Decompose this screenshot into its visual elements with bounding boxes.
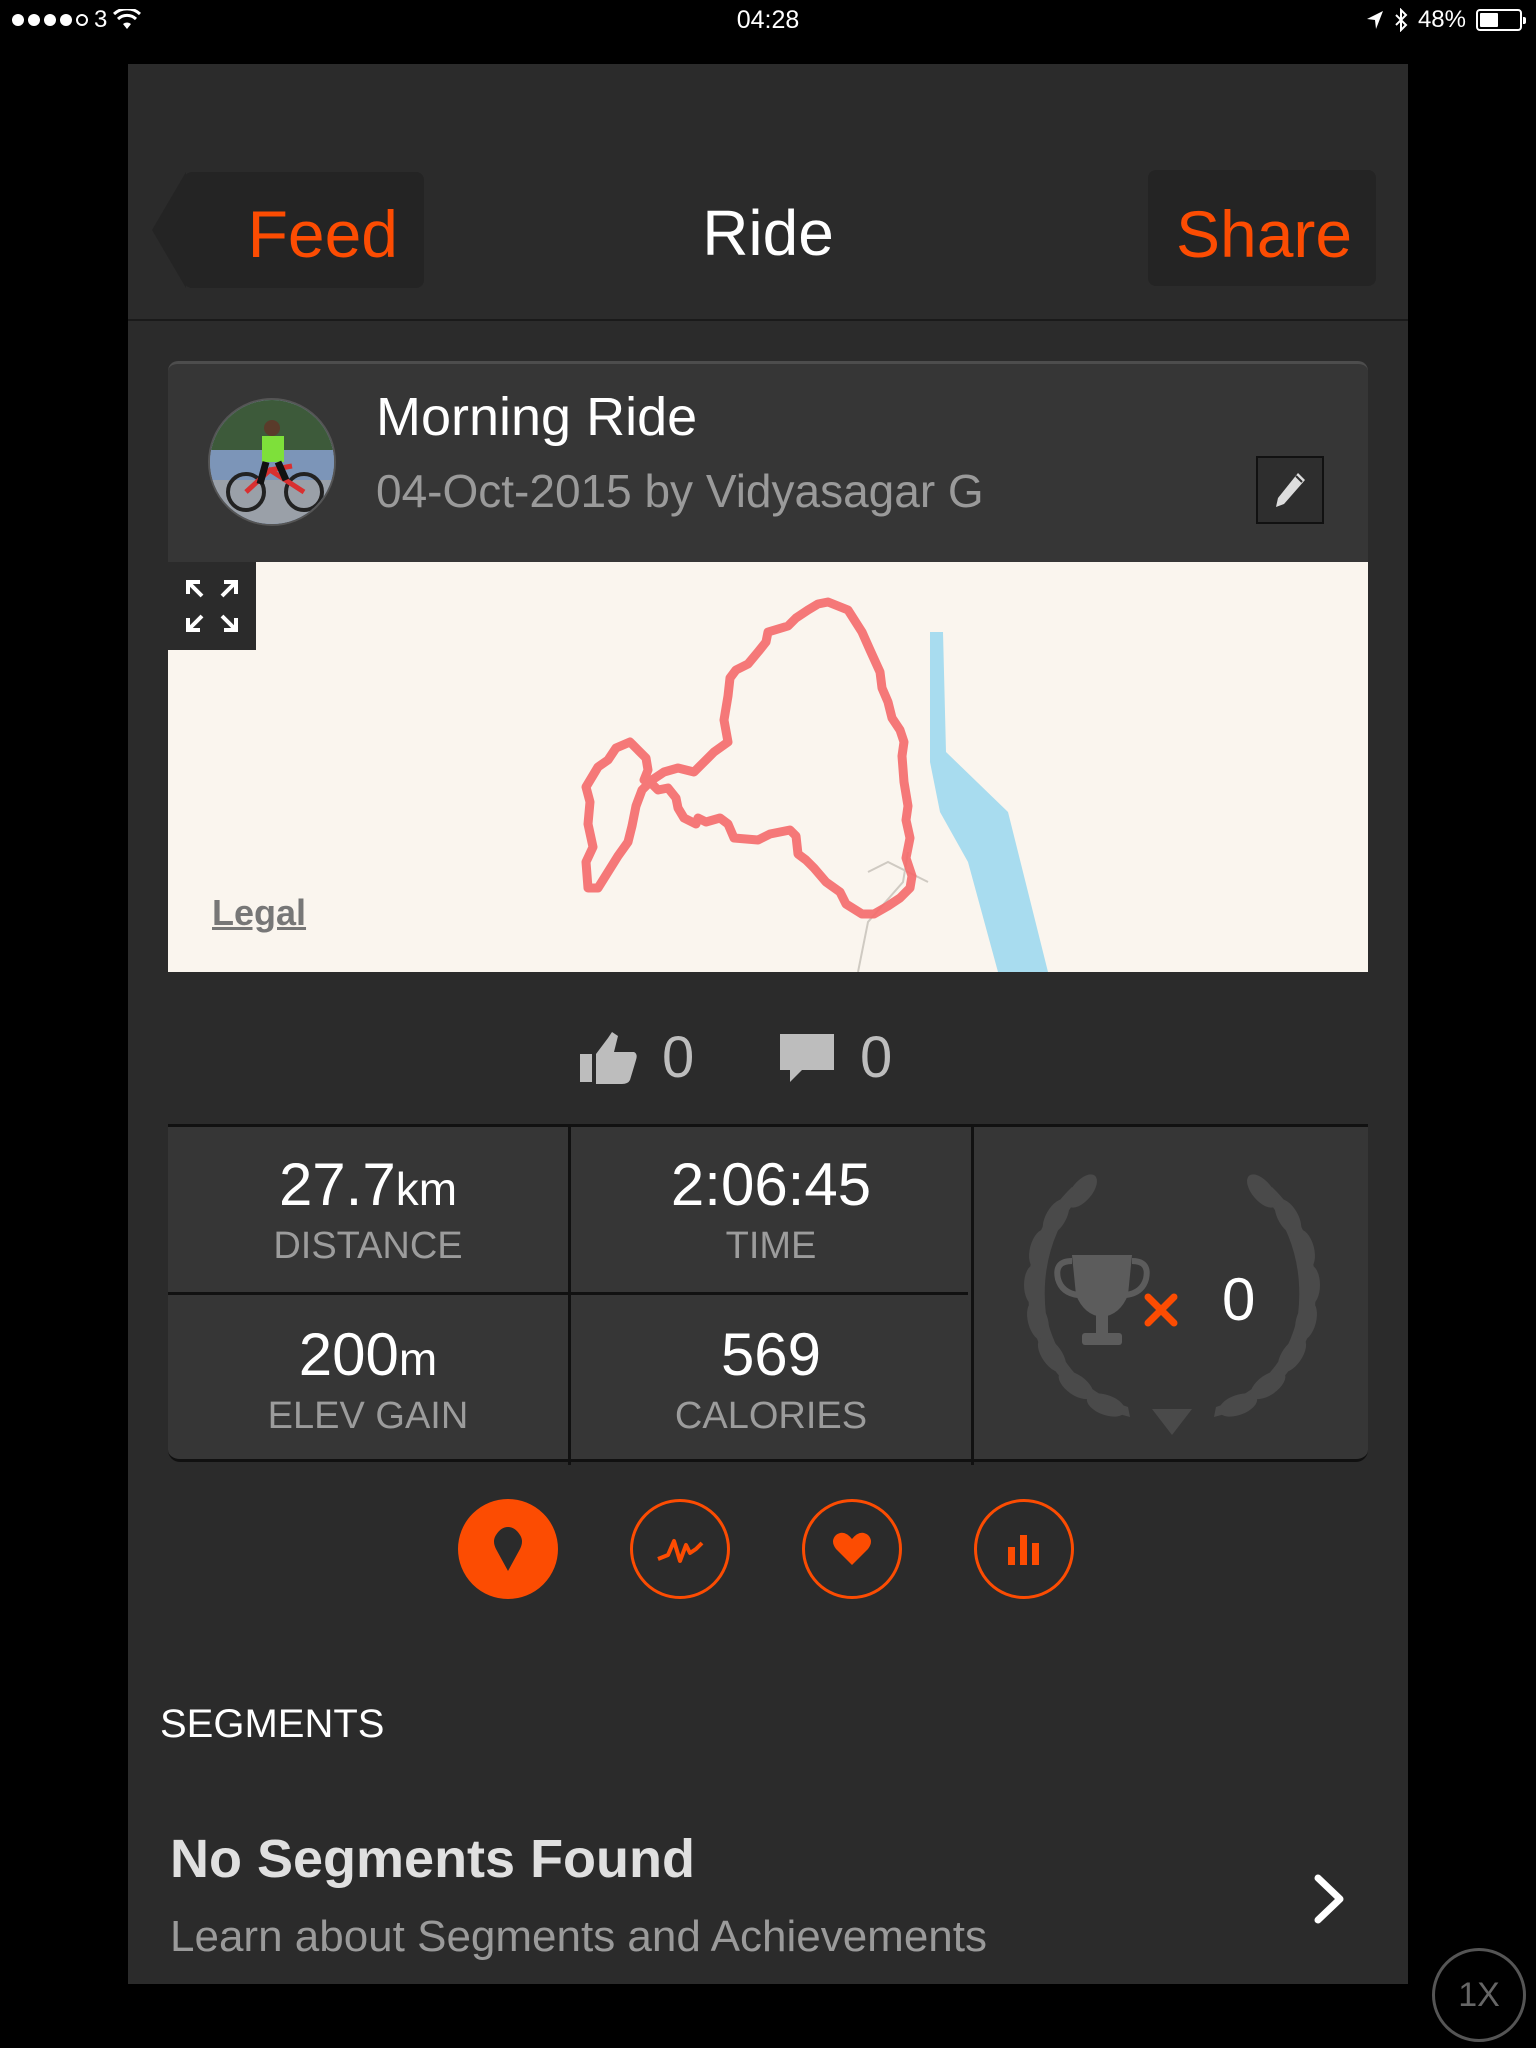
zoom-badge[interactable]: 1X — [1432, 1948, 1526, 2042]
route-map-drawing — [581, 597, 1048, 972]
activity-card: Morning Ride 04-Oct-2015 by Vidyasagar G — [168, 361, 1368, 1472]
bluetooth-icon — [1395, 8, 1408, 32]
distance-label: DISTANCE — [273, 1225, 463, 1267]
expand-map-button[interactable] — [168, 562, 256, 650]
share-button[interactable]: Share — [1148, 170, 1376, 286]
elevation-stat: 200m ELEV GAIN — [168, 1325, 568, 1438]
time-label: TIME — [725, 1225, 817, 1267]
activity-title: Morning Ride — [376, 387, 698, 447]
grid-divider — [568, 1127, 571, 1465]
activity-screen: Feed Ride Share Morning Ride 04-Oct-2015… — [128, 64, 1408, 1984]
status-time: 04:28 — [736, 6, 800, 34]
comments-button[interactable]: 0 — [776, 1024, 892, 1091]
avatar[interactable] — [208, 398, 336, 526]
kudos-count: 0 — [662, 1025, 695, 1090]
edit-activity-button[interactable] — [1256, 456, 1324, 524]
grid-divider — [168, 1292, 968, 1295]
activity-header: Morning Ride 04-Oct-2015 by Vidyasagar G — [168, 361, 1368, 562]
grid-divider — [971, 1127, 974, 1465]
segments-header: SEGMENTS — [160, 1702, 385, 1746]
segments-empty-subtitle: Learn about Segments and Achievements — [170, 1912, 987, 1961]
share-button-label: Share — [1176, 197, 1353, 271]
status-right: 48% — [1366, 6, 1526, 34]
route-map[interactable]: Legal — [168, 562, 1368, 972]
heart-icon — [833, 1532, 871, 1565]
segments-learn-more-row[interactable]: No Segments Found Learn about Segments a… — [128, 1804, 1408, 1984]
expand-icon — [186, 580, 238, 632]
calories-label: CALORIES — [674, 1395, 868, 1437]
elevation-label: ELEV GAIN — [267, 1395, 469, 1437]
elevation-unit: m — [398, 1333, 438, 1385]
activity-date-author: 04-Oct-2015 by Vidyasagar G — [376, 465, 984, 517]
comment-icon — [780, 1033, 834, 1082]
social-bar: 0 0 — [168, 972, 1368, 1124]
time-value: 2:06:45 — [670, 1151, 872, 1218]
status-bar: 3 04:28 48% — [0, 0, 1536, 40]
elevation-value: 200 — [298, 1321, 399, 1388]
route-line — [581, 597, 917, 919]
tab-heart-rate[interactable] — [802, 1499, 902, 1599]
distance-unit: km — [395, 1163, 458, 1215]
tab-splits[interactable] — [974, 1499, 1074, 1599]
map-pin-icon — [494, 1527, 522, 1571]
battery-percent: 48% — [1417, 6, 1466, 33]
map-legal-link[interactable]: Legal — [212, 892, 306, 934]
cyclist-avatar-icon — [210, 400, 334, 524]
distance-value: 27.7 — [278, 1151, 396, 1218]
location-arrow-icon — [1366, 11, 1383, 29]
time-stat: 2:06:45 TIME — [571, 1155, 971, 1268]
navigation-bar: Feed Ride Share — [128, 64, 1408, 321]
achievements-badge[interactable]: 0 — [980, 1147, 1364, 1447]
chevron-right-icon — [1314, 1874, 1344, 1924]
calories-value: 569 — [720, 1321, 822, 1388]
tab-map[interactable] — [458, 1499, 558, 1599]
pulse-line-icon — [657, 1539, 704, 1563]
comment-count: 0 — [860, 1025, 893, 1090]
battery-icon — [1476, 9, 1526, 31]
kudos-button[interactable]: 0 — [578, 1024, 694, 1091]
bar-chart-icon — [1008, 1535, 1039, 1565]
tab-analysis[interactable] — [630, 1499, 730, 1599]
activity-tabs — [128, 1499, 1408, 1609]
river-shape — [930, 632, 1048, 972]
achievements-count: 0 — [1222, 1266, 1256, 1333]
thumbs-up-icon — [580, 1031, 637, 1084]
pencil-icon — [1276, 473, 1305, 507]
calories-stat: 569 CALORIES — [571, 1325, 971, 1438]
segments-empty-title: No Segments Found — [170, 1829, 695, 1889]
distance-stat: 27.7km DISTANCE — [168, 1155, 568, 1268]
stats-grid: 27.7km DISTANCE 2:06:45 TIME 200m ELEV G… — [168, 1124, 1368, 1465]
laurel-wreath-icon — [1024, 1174, 1320, 1435]
